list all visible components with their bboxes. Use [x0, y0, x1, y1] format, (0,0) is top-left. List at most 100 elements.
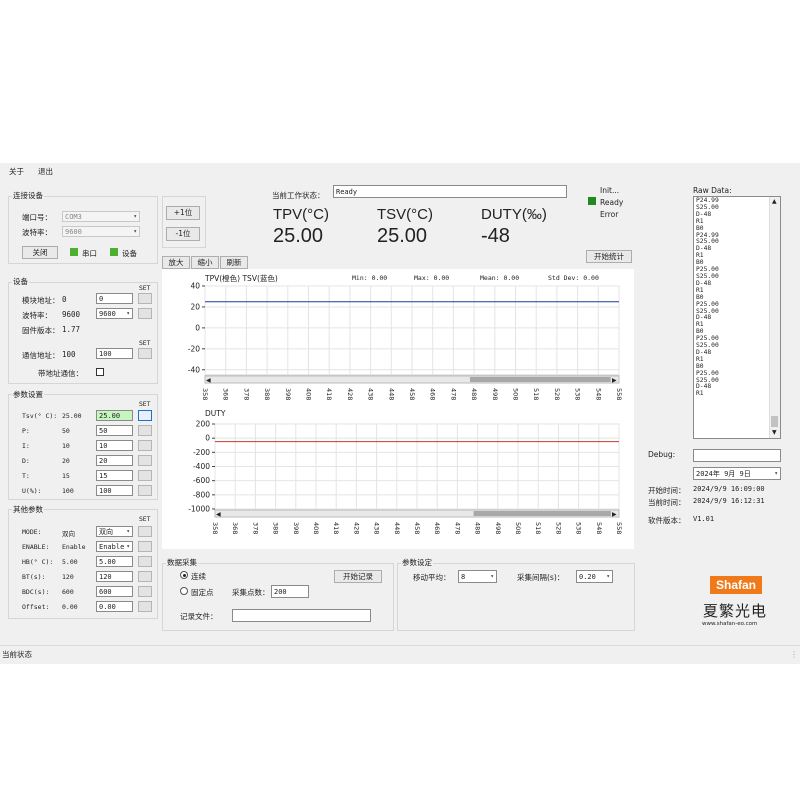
- raw-line: D-48: [696, 348, 712, 356]
- debug-label: Debug:: [648, 450, 676, 459]
- other-row-select[interactable]: 双向 ▾: [96, 526, 133, 537]
- zoom-in-button[interactable]: 放大: [162, 256, 190, 269]
- other-row-label: BDC(s):: [22, 588, 50, 596]
- other-row-value: 0.00: [62, 603, 78, 611]
- work-status-field: Ready: [333, 185, 567, 198]
- param-row-input[interactable]: 10: [96, 440, 133, 451]
- device-baud-set-button[interactable]: [138, 308, 152, 319]
- raw-line: D-48: [696, 245, 712, 253]
- param-row-set-button[interactable]: [138, 440, 152, 451]
- x-tick-label: 478: [449, 388, 457, 400]
- param-row-label: T:: [22, 472, 30, 480]
- param-row-set-button[interactable]: [138, 470, 152, 481]
- param-row-input[interactable]: 25.00: [96, 410, 133, 421]
- x-tick-label: 358: [201, 388, 209, 400]
- date-picker[interactable]: 2024年 9月 9日 ▾: [693, 467, 781, 480]
- raw-data-listbox[interactable]: P24.99 S25.00 D-48 R1 B0 P24.99 S25.00 D-48 R1 B0…: [693, 196, 781, 439]
- param-row-input[interactable]: 50: [96, 425, 133, 436]
- moving-avg-value: 8: [461, 573, 466, 581]
- other-row-input[interactable]: 120: [96, 571, 133, 582]
- param-row-input[interactable]: 15: [96, 470, 133, 481]
- points-label: 采集点数：: [232, 588, 270, 597]
- version-value: V1.01: [693, 515, 715, 523]
- x-tick-label: 468: [433, 522, 441, 534]
- param-row-label: D:: [22, 457, 30, 465]
- chart-scroll-thumb: [469, 377, 611, 382]
- y-tick-label: -800: [193, 490, 210, 499]
- param-row-label: U(%):: [22, 487, 42, 495]
- fixed-point-label: 固定点: [191, 588, 214, 597]
- y-tick-label: -40: [188, 365, 200, 374]
- param-row-input[interactable]: 100: [96, 485, 133, 496]
- x-tick-label: 448: [387, 388, 395, 400]
- other-row-set-button[interactable]: [138, 526, 152, 537]
- param-row-set-button[interactable]: [138, 410, 152, 421]
- continuous-radio[interactable]: [180, 571, 188, 579]
- menu-exit[interactable]: 退出: [38, 166, 53, 177]
- other-row-set-button[interactable]: [138, 571, 152, 582]
- module-addr-input[interactable]: 0: [96, 293, 133, 304]
- module-addr-set-button[interactable]: [138, 293, 152, 304]
- other-row-set-button[interactable]: [138, 556, 152, 567]
- device-baud-label: 波特率：: [22, 311, 52, 320]
- calendar-dropdown-icon[interactable]: ▾: [774, 468, 778, 479]
- x-tick-label: 488: [474, 522, 482, 534]
- moving-avg-select[interactable]: 8 ▾: [458, 570, 497, 583]
- param-row-input[interactable]: 20: [96, 455, 133, 466]
- plus-one-button[interactable]: +1位: [166, 206, 200, 220]
- param-row-input-value: 50: [99, 427, 108, 435]
- fixed-point-radio[interactable]: [180, 587, 188, 595]
- tpv-tsv-legend: TPV(橙色) TSV(蓝色): [204, 273, 278, 283]
- y-tick-label: -1000: [188, 505, 210, 514]
- param-row-set-button[interactable]: [138, 485, 152, 496]
- other-row-input[interactable]: 0.00: [96, 601, 133, 612]
- other-row-input-value: Enable: [99, 543, 125, 551]
- menu-about[interactable]: 关于: [9, 166, 24, 177]
- port-label: 端口号：: [22, 213, 52, 222]
- chevron-down-icon: ▾: [490, 573, 494, 580]
- param-row-value: 15: [62, 472, 70, 480]
- start-record-button[interactable]: 开始记录: [334, 570, 382, 583]
- other-row-set-button[interactable]: [138, 541, 152, 552]
- chevron-down-icon: ▾: [133, 228, 137, 235]
- y-tick-label: 0: [205, 434, 210, 443]
- y-tick-label: 0: [195, 323, 200, 332]
- module-addr-label: 模块地址：: [22, 296, 60, 305]
- zoom-out-button[interactable]: 缩小: [191, 256, 219, 269]
- comm-addr-set-button[interactable]: [138, 348, 152, 359]
- minus-one-button[interactable]: -1位: [166, 227, 200, 241]
- comm-addr-input[interactable]: 100: [96, 348, 133, 359]
- version-label: 软件版本：: [648, 516, 686, 525]
- close-button[interactable]: 关闭: [22, 246, 58, 259]
- device-baud-select[interactable]: 9600 ▾: [96, 308, 133, 319]
- paramset-title: 参数设定: [401, 557, 433, 568]
- start-stats-button[interactable]: 开始统计: [586, 250, 632, 263]
- x-tick-label: 498: [491, 388, 499, 400]
- other-row-label: BT(s):: [22, 573, 46, 581]
- x-tick-label: 548: [595, 522, 603, 534]
- other-row-input[interactable]: 5.00: [96, 556, 133, 567]
- refresh-button[interactable]: 刷新: [220, 256, 248, 269]
- resize-grip-icon[interactable]: ⋮: [790, 650, 798, 659]
- conn-baud-select[interactable]: 9600 ▾: [62, 226, 140, 237]
- raw-scrollbar[interactable]: ▲ ▼: [769, 197, 780, 438]
- scroll-down-icon[interactable]: ▼: [772, 429, 777, 436]
- tpv-label: TPV(°C): [273, 206, 329, 223]
- other-row-set-button[interactable]: [138, 586, 152, 597]
- other-row-set-button[interactable]: [138, 601, 152, 612]
- points-input[interactable]: 200: [271, 585, 309, 598]
- debug-input[interactable]: [693, 449, 781, 462]
- params-group: [8, 394, 158, 500]
- state-ready-label: Ready: [600, 198, 624, 207]
- other-row-select[interactable]: Enable ▾: [96, 541, 133, 552]
- port-select[interactable]: COM3 ▾: [62, 211, 140, 222]
- other-row-input[interactable]: 600: [96, 586, 133, 597]
- param-row-set-button[interactable]: [138, 455, 152, 466]
- raw-scroll-thumb[interactable]: [771, 416, 778, 427]
- with-addr-checkbox[interactable]: [96, 368, 104, 376]
- interval-select[interactable]: 0.20 ▾: [576, 570, 613, 583]
- scroll-left-icon: ◀: [216, 511, 221, 518]
- scroll-up-icon[interactable]: ▲: [772, 198, 777, 205]
- param-row-set-button[interactable]: [138, 425, 152, 436]
- record-file-input[interactable]: [232, 609, 371, 622]
